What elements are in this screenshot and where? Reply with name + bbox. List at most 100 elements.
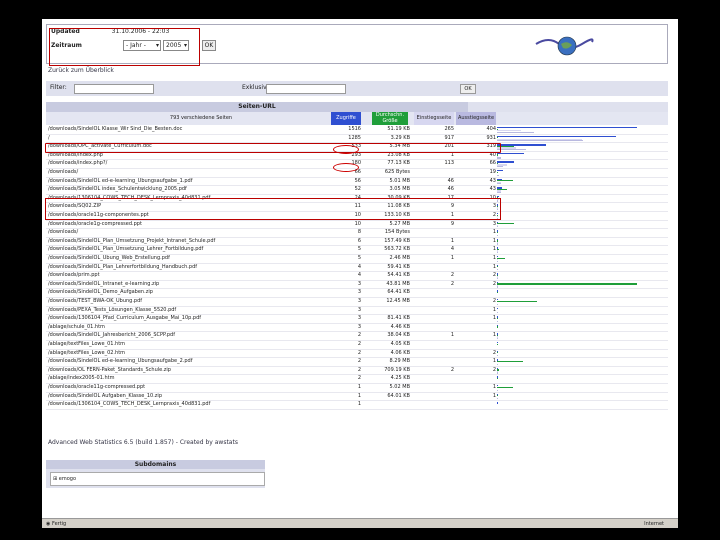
row-exit: 1 [492, 392, 496, 399]
row-url-link[interactable]: /downloads/SindelOL Aufgaben_Klasse_10.z… [48, 393, 328, 400]
row-views: 1516 [348, 126, 361, 132]
row-url-link[interactable]: /downloads/ [48, 229, 328, 236]
row-exit: 1 [492, 255, 496, 261]
row-size: 43.81 MB [386, 280, 410, 287]
filter-input[interactable] [74, 84, 154, 94]
row-url-link[interactable]: /downloads/SindelOL index_Schulentwicklu… [48, 186, 328, 193]
row-url-link[interactable]: /downloads/SindelOL ed-e-learning_Übungs… [48, 178, 328, 185]
exit-bar [497, 174, 499, 176]
row-size: 157.49 KB [384, 237, 410, 244]
row-size: 4.25 KB [390, 375, 410, 382]
row-views: 8 [357, 229, 361, 236]
row-size: 5.27 MB [389, 220, 410, 227]
exit-bar [497, 363, 498, 366]
row-exit: 66 [489, 160, 496, 167]
row-entry: 1 [450, 332, 454, 339]
row-exit: 931 [486, 134, 496, 141]
row-url-link[interactable]: /downloads/SindelOL_Jahresbericht_2006_S… [48, 332, 328, 339]
filter-ok-button[interactable]: OK [460, 84, 476, 94]
status-left: Fertig [51, 521, 67, 527]
row-entry: 46 [447, 177, 454, 184]
summary-link[interactable]: Zurück zum Überblick [48, 67, 114, 74]
size-bar [497, 386, 513, 388]
row-size: 5.02 MB [389, 384, 410, 390]
row-views: 4 [357, 263, 361, 270]
table-row: /downloads/OL FERN-Paket_Standards_Schul… [46, 367, 668, 376]
row-url-link[interactable]: /downloads/SindelOL_Übung_Web_Erstellung… [48, 255, 328, 262]
row-url-link[interactable]: /downloads/OL FERN-Paket_Standards_Schul… [48, 367, 328, 374]
expand-icon[interactable]: ⊞ [53, 476, 57, 482]
row-url-link[interactable]: /downloads/oracle1g-compressed.ppt [48, 221, 328, 228]
exit-bar [497, 320, 498, 323]
row-size: 12.45 MB [386, 298, 410, 304]
row-size: 3.05 MB [389, 186, 410, 193]
row-url-link[interactable]: /downloads/1306104_COWS_TECH_DESK_Lernpr… [48, 401, 328, 408]
row-url-link[interactable]: /downloads/SindelOL_Plan_Umsetzung_Lehre… [48, 246, 328, 253]
row-url-link[interactable]: /downloads/oracle11g-compressed.ppt [48, 384, 328, 391]
size-bar [497, 171, 498, 173]
row-url-link[interactable]: /downloads/PEXA_Tests_Lösungen_Klasse_55… [48, 307, 328, 314]
table-row: / 1285 3.29 KB 917 931 [46, 135, 668, 144]
row-views: 3 [357, 306, 361, 313]
exit-bar [497, 251, 498, 254]
row-size: 77.13 KB [387, 160, 410, 167]
row-views: 6 [357, 237, 361, 244]
table-row: /downloads/SindelOL ed-e-learning_Übungs… [46, 358, 668, 367]
table-row: /downloads/oracle11g-compressed.ppt 1 5.02… [46, 384, 668, 393]
row-size: 4.05 KB [390, 341, 410, 347]
row-views: 2 [357, 366, 361, 373]
row-url-link[interactable]: /downloads/1306104_Pfad_Curriculum_Ausga… [48, 315, 328, 322]
size-bar [497, 231, 498, 234]
views-bar [497, 161, 514, 163]
row-views: 1 [357, 384, 361, 390]
highlight-row [45, 143, 501, 153]
row-url-link[interactable]: /downloads/index.php?/ [48, 160, 328, 167]
views-bar [497, 307, 498, 309]
period-ok-button[interactable]: OK [202, 40, 216, 51]
exit-bar [497, 312, 498, 314]
exit-bar [497, 269, 498, 271]
row-entry: 2 [450, 280, 454, 287]
row-views: 2 [357, 375, 361, 382]
highlight-box [49, 28, 200, 66]
row-exit: 43 [489, 186, 496, 193]
row-exit: 1 [492, 246, 496, 253]
header-panel: Updated 31.10.2006 - 22:03 Zeitraum - Ja… [46, 24, 668, 66]
row-entry: 265 [444, 126, 454, 132]
exit-bar [497, 234, 498, 237]
row-url-link[interactable]: /ablage/textFiles_Lowe_02.htm [48, 350, 328, 357]
row-url-link[interactable]: /downloads/ [48, 169, 328, 176]
row-url-link[interactable]: /downloads/SindelOL Klasse_Wir Sind_Die_… [48, 126, 328, 133]
exit-bar [497, 183, 501, 185]
col-size-header: Durchschn. Größe [372, 112, 408, 125]
row-size: 4.46 KB [390, 323, 410, 330]
row-url-link[interactable]: /downloads/prim.ppt [48, 272, 328, 279]
table-row: /downloads/8 154 Bytes 1 [46, 229, 668, 238]
row-exit: 2 [492, 272, 496, 279]
row-size: 64.01 KB [387, 392, 410, 399]
row-views: 3 [357, 280, 361, 287]
row-url-link[interactable]: /downloads/SindelOL_Plan_Umsetzung_Proje… [48, 238, 328, 245]
table-row: /downloads/oracle1g-compressed.ppt 10 5.27… [46, 221, 668, 230]
exit-bar [497, 286, 498, 288]
footer-text: Advanced Web Statistics 6.5 (build 1.857… [48, 439, 238, 446]
col-url-header: 793 verschiedene Seiten [169, 115, 233, 121]
awstats-logo-icon [535, 36, 594, 56]
row-entry: 917 [444, 134, 454, 141]
row-url-link[interactable]: /downloads/TEST_BWA-OK_Übung.pdf [48, 298, 328, 305]
row-url-link[interactable]: /downloads/SindelOL_Intranet_e-learning.… [48, 281, 328, 288]
row-url-link[interactable]: /downloads/SindelOL_Demo_Aufgaben.zip [48, 289, 328, 296]
highlight-row-group [45, 198, 501, 220]
row-url-link[interactable]: /downloads/SindelOL_Plan_Lehrerfortbildu… [48, 264, 328, 271]
row-url-link[interactable]: /ablage/textFiles_Lowe_01.htm [48, 341, 328, 348]
row-exit: 1 [492, 306, 496, 313]
exclude-filter-input[interactable] [266, 84, 346, 94]
row-url-link[interactable]: /ablage/schule_01.htm [48, 324, 328, 331]
row-url-link[interactable]: /downloads/SindelOL ed-e-learning_Übungs… [48, 358, 328, 365]
row-url-link[interactable]: / [48, 135, 328, 142]
row-url-link[interactable]: /ablage/index2005-01.htm [48, 375, 328, 382]
subdomain-item[interactable]: emogo [59, 476, 76, 482]
subdomains-list: ⊞ emogo [50, 472, 265, 486]
table-row: /downloads/SindelOL_Übung_Web_Erstellung… [46, 255, 668, 264]
size-bar [497, 266, 498, 268]
